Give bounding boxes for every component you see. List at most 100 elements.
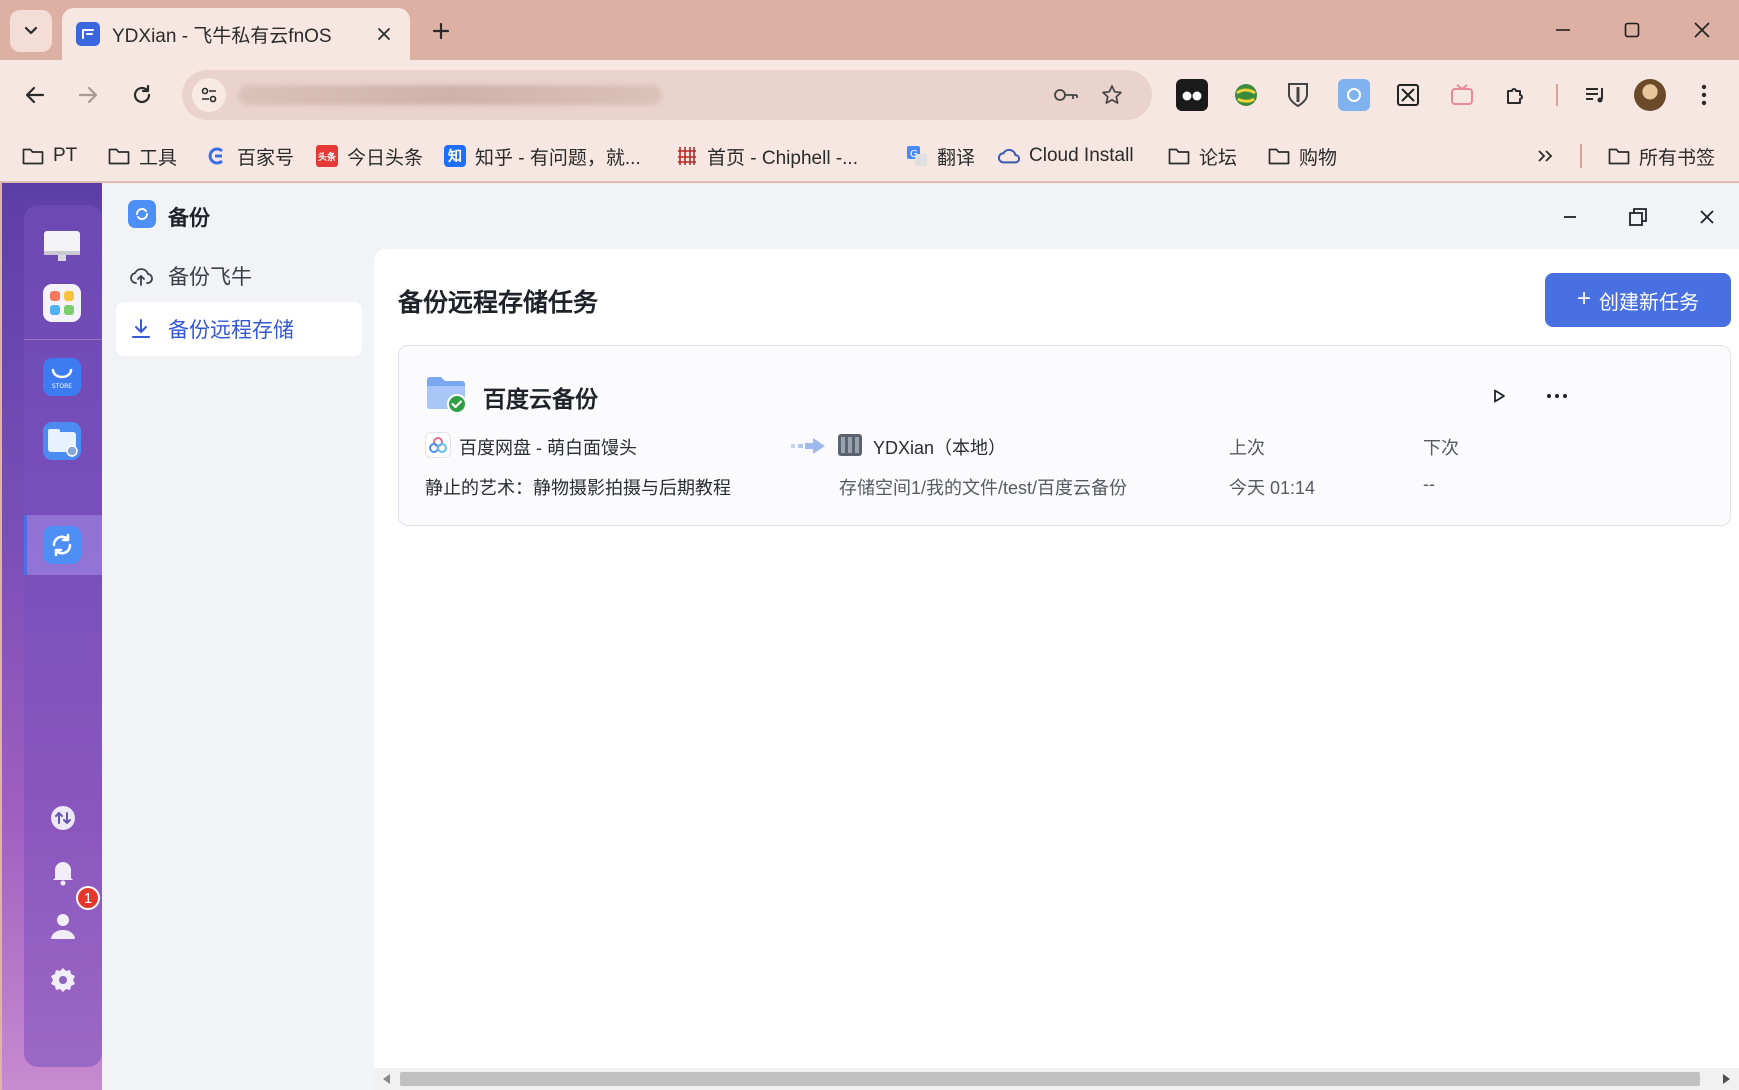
toolbar-divider [1556, 84, 1558, 106]
task-name: 百度云备份 [483, 386, 598, 412]
folder-icon [1608, 145, 1630, 167]
bookmark-star-icon[interactable] [1098, 81, 1126, 109]
tab-search-button[interactable] [10, 10, 52, 52]
site-settings-icon[interactable] [192, 78, 226, 112]
restore-window-icon [1629, 208, 1647, 226]
next-run-label: 下次 [1423, 438, 1459, 458]
profile-avatar[interactable] [1634, 79, 1666, 111]
bookmark-pt[interactable]: PT [22, 138, 77, 174]
sidebar-item-backup-remote[interactable]: 备份远程存储 [116, 302, 362, 356]
horizontal-scrollbar[interactable] [374, 1068, 1739, 1090]
extension-bitwarden-icon[interactable] [1282, 79, 1314, 111]
bookmark-shopping[interactable]: 购物 [1268, 138, 1337, 174]
browser-menu-icon[interactable] [1688, 79, 1720, 111]
extension-tv-icon[interactable] [1446, 79, 1478, 111]
app-close-button[interactable] [1687, 197, 1727, 237]
dock-app-store-button[interactable]: STORE [40, 355, 84, 399]
folder-icon [22, 145, 44, 167]
bookmark-cloud-install[interactable]: Cloud Install [998, 138, 1134, 174]
address-bar[interactable] [182, 70, 1152, 120]
dock-settings-button[interactable] [48, 965, 78, 995]
play-icon [1494, 389, 1505, 403]
bookmarks-overflow-button[interactable] [1536, 138, 1554, 174]
fnos-desktop: STORE 1 备份 备份飞牛 备份远程存储 备份远程存储任务 + 创建新任务 … [2, 183, 1739, 1090]
download-icon [128, 316, 154, 342]
folder-icon [1268, 145, 1290, 167]
bookmark-zhihu[interactable]: 知 知乎 - 有问题，就... [444, 138, 641, 174]
reload-button[interactable] [124, 77, 160, 113]
extension-tampermonkey-icon[interactable] [1176, 79, 1208, 111]
bookmark-baijiahao[interactable]: 百家号 [206, 138, 294, 174]
translate-icon: G [906, 145, 928, 167]
backup-app-icon [128, 200, 156, 228]
dock-file-manager-button[interactable] [40, 419, 84, 463]
dock-user-button[interactable] [48, 911, 78, 941]
arrow-right-icon [78, 86, 98, 104]
dock-divider [24, 339, 102, 340]
back-button[interactable] [17, 77, 53, 113]
window-close-button[interactable] [1680, 10, 1724, 50]
extension-globe-icon[interactable] [1230, 79, 1262, 111]
scroll-left-icon[interactable] [380, 1072, 394, 1086]
nas-device-icon [838, 434, 862, 456]
bookmarks-divider [1580, 144, 1582, 168]
create-task-button[interactable]: + 创建新任务 [1545, 273, 1731, 327]
fnos-favicon-icon [76, 22, 100, 46]
browser-tab-active[interactable]: YDXian - 飞牛私有云fnOS [62, 8, 410, 60]
cloud-icon [998, 145, 1020, 167]
plus-icon [432, 22, 450, 40]
run-task-button[interactable] [1481, 378, 1517, 414]
transfer-arrows-icon [51, 806, 75, 830]
window-minimize-button[interactable] [1541, 10, 1585, 50]
extensions-puzzle-icon[interactable] [1500, 79, 1532, 111]
tab-close-icon[interactable] [372, 22, 396, 46]
url-text-blurred [238, 85, 662, 105]
baidu-netdisk-icon [425, 432, 451, 458]
chevron-down-icon [24, 26, 38, 35]
bookmark-chiphell[interactable]: 首页 - Chiphell -... [676, 138, 858, 174]
backup-task-card[interactable]: 百度云备份 百度网盘 - 萌白面馒头 静止的艺术：静物摄影拍摄与后期教程 YDX… [398, 345, 1731, 526]
app-minimize-button[interactable] [1550, 197, 1590, 237]
bookmark-tools[interactable]: 工具 [108, 138, 177, 174]
user-icon [51, 914, 75, 939]
source-account: 百度网盘 - 萌白面馒头 [459, 438, 637, 458]
page-title: 备份远程存储任务 [398, 289, 599, 317]
more-horizontal-icon [1547, 394, 1567, 398]
app-sidebar: 备份飞牛 备份远程存储 [102, 249, 362, 1090]
all-bookmarks-folder[interactable]: 所有书签 [1608, 138, 1715, 174]
tab-title: YDXian - 飞牛私有云fnOS [112, 25, 332, 47]
double-chevron-right-icon [1538, 150, 1553, 162]
browser-toolbar [0, 60, 1739, 130]
dock-transfer-button[interactable] [48, 803, 78, 833]
password-key-icon[interactable] [1052, 81, 1080, 109]
destination-path: 存储空间1/我的文件/test/百度云备份 [839, 478, 1128, 498]
extension-translate-icon[interactable] [1338, 79, 1370, 111]
chiphell-icon [676, 145, 698, 167]
extension-capture-icon[interactable] [1392, 79, 1424, 111]
scroll-right-icon[interactable] [1719, 1072, 1733, 1086]
scrollbar-thumb[interactable] [400, 1072, 1700, 1086]
app-restore-button[interactable] [1618, 197, 1658, 237]
toutiao-icon: 头条 [316, 145, 338, 167]
bookmark-translate[interactable]: G 翻译 [906, 138, 975, 174]
dock-notifications-button[interactable] [48, 857, 78, 887]
dock-app-center-button[interactable] [40, 281, 84, 325]
plus-icon: + [1576, 285, 1591, 312]
dock-backup-button[interactable] [40, 523, 84, 567]
bookmark-toutiao[interactable]: 头条 今日头条 [316, 138, 423, 174]
arrow-right-icon [791, 438, 825, 454]
new-tab-button[interactable] [424, 14, 458, 48]
dock-desktop-button[interactable] [40, 225, 84, 269]
monitor-icon [44, 231, 80, 261]
folder-icon [1168, 145, 1190, 167]
reload-icon [133, 84, 151, 104]
window-maximize-button[interactable] [1610, 10, 1654, 50]
minimize-icon [1556, 29, 1570, 31]
bookmark-forum[interactable]: 论坛 [1168, 138, 1237, 174]
media-control-icon[interactable] [1580, 79, 1612, 111]
task-more-button[interactable] [1539, 378, 1575, 414]
forward-button[interactable] [70, 77, 106, 113]
browser-tabstrip: YDXian - 飞牛私有云fnOS [0, 0, 1739, 60]
sidebar-item-backup-fnos[interactable]: 备份飞牛 [116, 249, 362, 303]
close-icon [1700, 210, 1714, 224]
